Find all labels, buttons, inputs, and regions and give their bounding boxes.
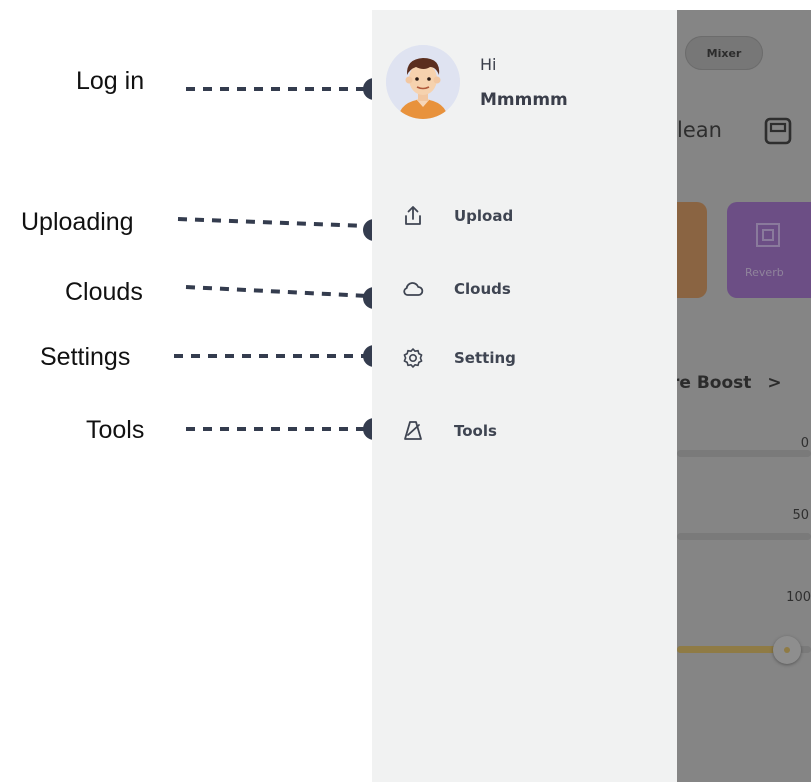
effect-card-reverb[interactable] — [727, 202, 811, 298]
upload-icon — [400, 203, 426, 229]
slider-thumb[interactable] — [773, 636, 801, 664]
reverb-icon — [756, 223, 780, 247]
leader-line-uploading — [177, 217, 369, 228]
gear-icon — [400, 345, 426, 371]
leader-line-clouds — [185, 285, 369, 298]
menu-item-clouds[interactable]: Clouds — [400, 275, 600, 303]
chevron-right-icon: > — [767, 373, 782, 393]
menu-item-upload-label: Upload — [454, 207, 514, 225]
menu-item-clouds-label: Clouds — [454, 280, 511, 298]
slider-value-0: 0 — [800, 436, 809, 451]
slider-value-100: 100 — [786, 590, 811, 605]
preset-name: lean — [677, 118, 722, 142]
menu-item-tools-label: Tools — [454, 422, 497, 440]
menu-item-tools[interactable]: Tools — [400, 417, 600, 445]
section-title-text: re Boost — [677, 373, 752, 393]
avatar[interactable] — [386, 45, 460, 119]
background-app-screen: Mixer lean Reverb re Boost > 0 50 100 — [677, 10, 811, 782]
greeting-text: Hi — [480, 55, 497, 74]
menu-item-setting[interactable]: Setting — [400, 344, 600, 372]
metronome-icon — [400, 418, 426, 444]
slider-value-50: 50 — [792, 508, 809, 523]
navigation-drawer — [372, 10, 677, 782]
effect-card-orange[interactable] — [677, 202, 707, 298]
effect-card-reverb-label: Reverb — [745, 266, 784, 279]
slider-track-50[interactable] — [677, 533, 811, 540]
save-icon[interactable] — [763, 116, 793, 146]
slider-fill-100 — [677, 646, 787, 653]
avatar-illustration — [386, 45, 460, 119]
menu-item-upload[interactable]: Upload — [400, 202, 600, 230]
cloud-icon — [400, 276, 426, 302]
section-title[interactable]: re Boost > — [677, 373, 782, 393]
mixer-tab[interactable]: Mixer — [685, 36, 763, 70]
username[interactable]: Mmmmm — [480, 90, 568, 110]
menu-item-setting-label: Setting — [454, 349, 516, 367]
slider-track-0[interactable] — [677, 450, 811, 457]
